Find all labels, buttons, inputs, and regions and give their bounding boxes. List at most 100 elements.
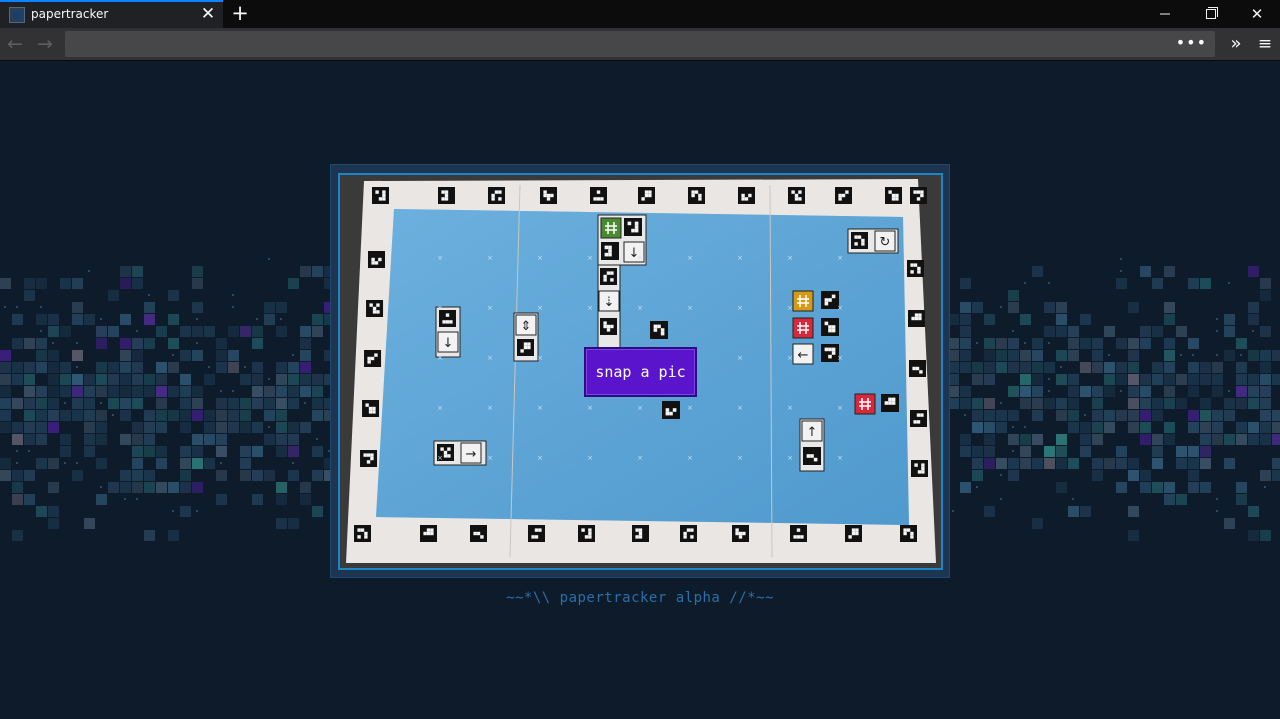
bg-pixel bbox=[36, 386, 47, 397]
bg-pixel bbox=[156, 410, 167, 421]
bg-pixel bbox=[192, 326, 203, 337]
forward-button[interactable]: → bbox=[32, 31, 58, 57]
bg-pixel bbox=[192, 434, 203, 445]
bg-pixel bbox=[984, 398, 995, 409]
minimize-button[interactable] bbox=[1142, 0, 1188, 28]
page-actions-icon[interactable]: ••• bbox=[1176, 31, 1207, 57]
bg-pixel bbox=[1140, 386, 1151, 397]
bg-pixel bbox=[312, 446, 323, 457]
bg-pixel bbox=[1224, 326, 1235, 337]
bg-pixel bbox=[12, 422, 23, 433]
bg-pixel bbox=[144, 374, 155, 385]
hamburger-menu-icon[interactable]: ≡ bbox=[1252, 31, 1278, 57]
bg-pixel bbox=[168, 530, 179, 541]
bg-pixel bbox=[228, 398, 239, 409]
bg-pixel bbox=[264, 470, 275, 481]
bg-pixel bbox=[192, 278, 203, 289]
bg-pixel bbox=[180, 326, 191, 337]
bg-dot bbox=[100, 402, 102, 404]
bg-dot bbox=[1228, 390, 1230, 392]
bg-pixel bbox=[1032, 362, 1043, 373]
bg-pixel bbox=[1152, 398, 1163, 409]
bg-pixel bbox=[1188, 410, 1199, 421]
bg-pixel bbox=[120, 386, 131, 397]
bg-dot bbox=[1024, 282, 1026, 284]
bg-pixel bbox=[1116, 410, 1127, 421]
bg-pixel bbox=[72, 470, 83, 481]
bg-pixel bbox=[120, 266, 131, 277]
bg-pixel bbox=[84, 410, 95, 421]
bg-pixel bbox=[1212, 374, 1223, 385]
snap-a-pic-button[interactable]: snap a pic bbox=[584, 347, 697, 397]
bg-pixel bbox=[72, 398, 83, 409]
bg-dot bbox=[304, 402, 306, 404]
bg-pixel bbox=[1044, 446, 1055, 457]
bg-pixel bbox=[1236, 362, 1247, 373]
overflow-button[interactable]: » bbox=[1223, 31, 1249, 57]
bg-pixel bbox=[180, 398, 191, 409]
tile-marker bbox=[650, 321, 668, 339]
border-marker bbox=[470, 525, 487, 542]
bg-pixel bbox=[972, 446, 983, 457]
grid-cross: × bbox=[487, 354, 493, 362]
bg-pixel bbox=[48, 326, 59, 337]
bg-pixel bbox=[1164, 398, 1175, 409]
bg-pixel bbox=[288, 422, 299, 433]
close-tab-icon[interactable]: ✕ bbox=[199, 4, 217, 24]
bg-pixel bbox=[1140, 326, 1151, 337]
bg-pixel bbox=[1104, 410, 1115, 421]
bg-pixel bbox=[108, 374, 119, 385]
grid-cross: × bbox=[587, 404, 593, 412]
bg-pixel bbox=[1248, 398, 1259, 409]
bg-pixel bbox=[252, 470, 263, 481]
tile-marker bbox=[600, 318, 617, 335]
bg-pixel bbox=[120, 482, 131, 493]
url-bar[interactable]: ••• bbox=[65, 31, 1215, 57]
new-tab-button[interactable]: + bbox=[229, 1, 251, 25]
bg-pixel bbox=[180, 410, 191, 421]
bg-dot bbox=[268, 426, 270, 428]
tab-papertracker[interactable]: papertracker ✕ bbox=[0, 0, 223, 28]
bg-pixel bbox=[1128, 386, 1139, 397]
bg-pixel bbox=[168, 338, 179, 349]
bg-pixel bbox=[1128, 362, 1139, 373]
bg-dot bbox=[1012, 330, 1014, 332]
bg-pixel bbox=[156, 446, 167, 457]
bg-pixel bbox=[1188, 374, 1199, 385]
grid-cross: × bbox=[787, 354, 793, 362]
bg-pixel bbox=[1116, 458, 1127, 469]
bg-pixel bbox=[60, 434, 71, 445]
tile-marker bbox=[517, 339, 534, 356]
bg-dot bbox=[1024, 342, 1026, 344]
window-close-button[interactable]: ✕ bbox=[1234, 0, 1280, 28]
bg-pixel bbox=[312, 386, 323, 397]
bg-pixel bbox=[1056, 302, 1067, 313]
bg-pixel bbox=[1224, 410, 1235, 421]
bg-pixel bbox=[1116, 362, 1127, 373]
bg-pixel bbox=[84, 314, 95, 325]
bg-pixel bbox=[312, 470, 323, 481]
bg-pixel bbox=[1008, 458, 1019, 469]
bg-pixel bbox=[12, 434, 23, 445]
bg-pixel bbox=[1020, 434, 1031, 445]
bg-pixel bbox=[96, 338, 107, 349]
bg-pixel bbox=[1020, 446, 1031, 457]
bg-pixel bbox=[156, 482, 167, 493]
bg-dot bbox=[196, 318, 198, 320]
bg-pixel bbox=[1176, 326, 1187, 337]
bg-dot bbox=[268, 258, 270, 260]
bg-dot bbox=[172, 354, 174, 356]
bg-dot bbox=[1120, 258, 1122, 260]
bg-pixel bbox=[288, 470, 299, 481]
border-marker bbox=[360, 450, 378, 467]
bg-pixel bbox=[1128, 458, 1139, 469]
restore-button[interactable] bbox=[1188, 0, 1234, 28]
bg-pixel bbox=[1032, 410, 1043, 421]
border-marker bbox=[528, 525, 545, 542]
bg-pixel bbox=[240, 374, 251, 385]
bg-pixel bbox=[1020, 314, 1031, 325]
bg-pixel bbox=[984, 374, 995, 385]
grid-cross: × bbox=[537, 304, 543, 312]
back-button[interactable]: ← bbox=[2, 31, 28, 57]
grid-cross: × bbox=[687, 304, 693, 312]
